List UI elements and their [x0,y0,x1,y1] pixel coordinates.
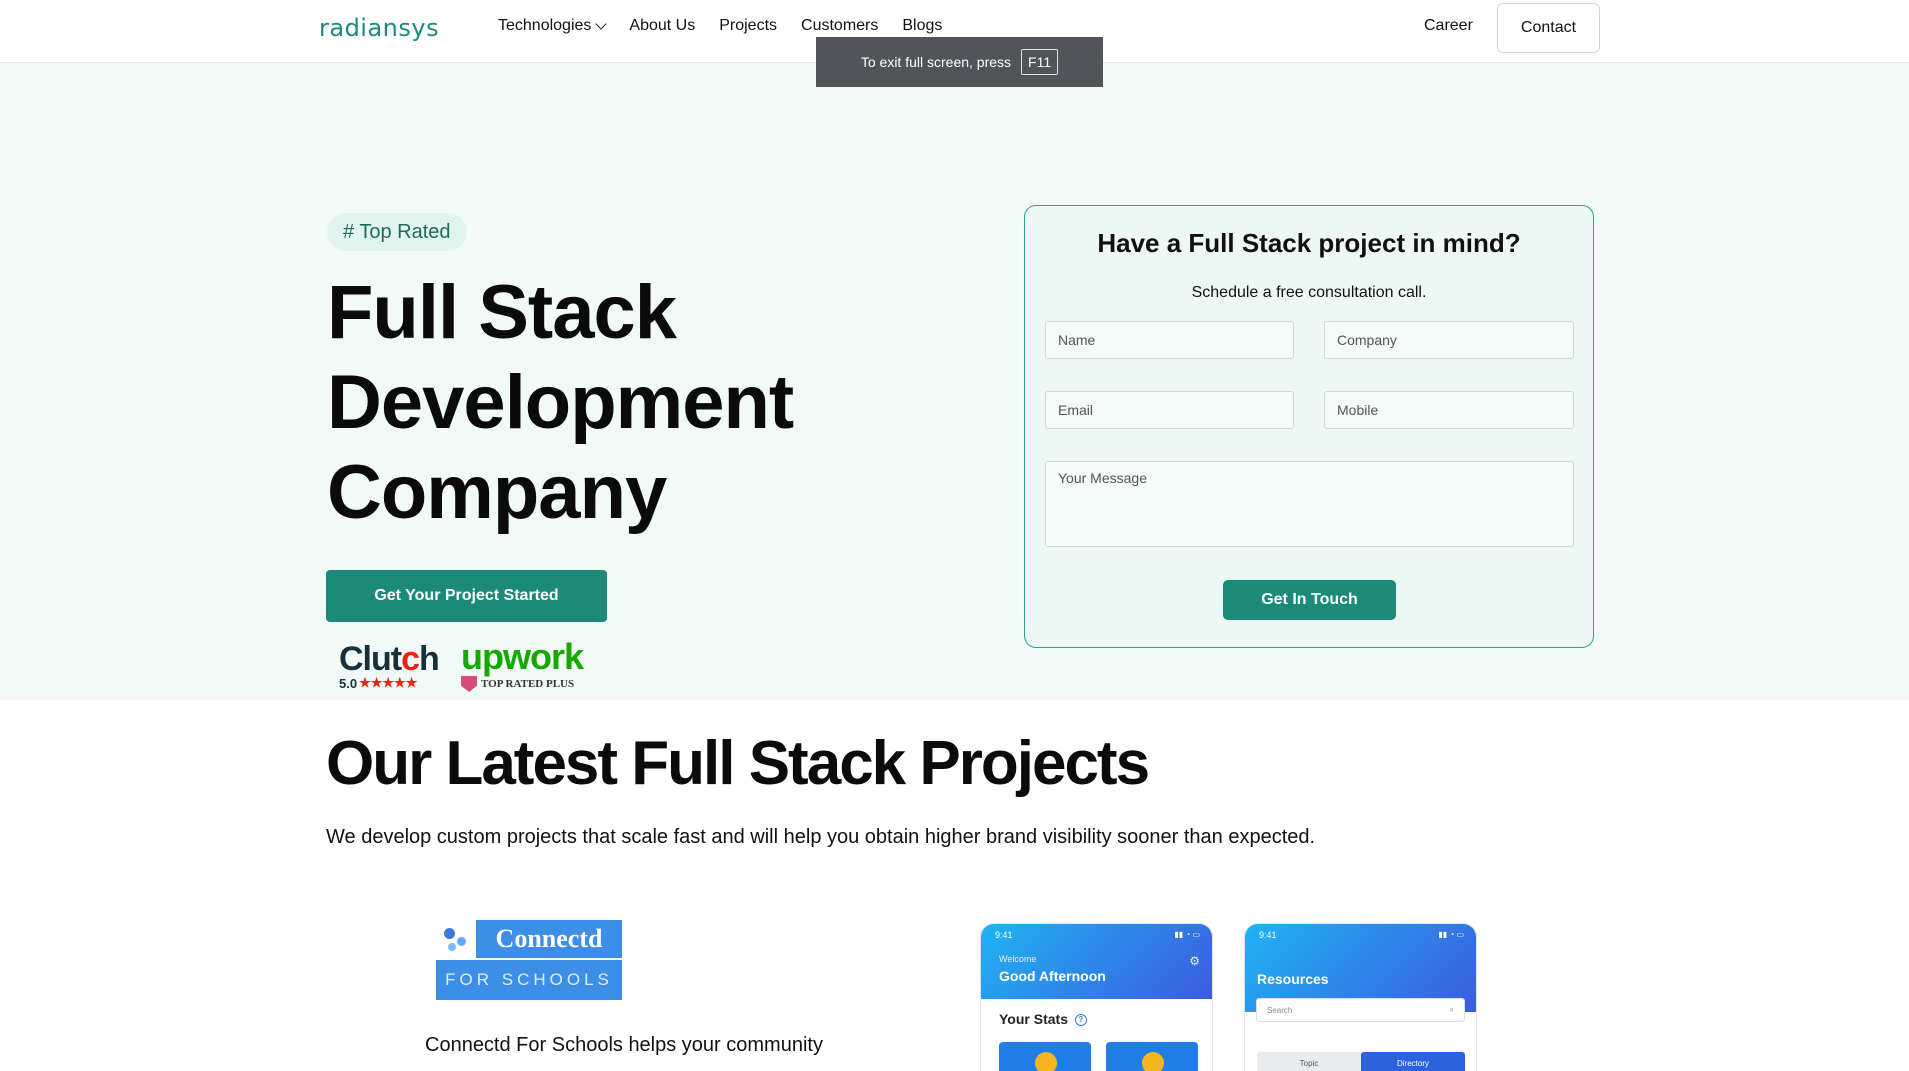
hero-title-line: Development [327,360,794,445]
fullscreen-key: F11 [1021,49,1059,75]
gear-icon: ⚙ [1189,954,1200,968]
hero-title: Full Stack Development Company [327,268,887,538]
nav-career[interactable]: Career [1424,17,1473,35]
nav-about[interactable]: About Us [629,17,695,35]
hero-title-line: Full Stack [327,270,677,355]
stat-illustration-icon [1035,1052,1057,1071]
clutch-wordmark-b: h [419,640,440,678]
phone-time: 9:41 [995,930,1013,940]
phone-mockup-resources: 9:41 ▮▮ ◔ ▭ Resources Search ⌕ Topic Dir… [1244,923,1477,1071]
nav-projects[interactable]: Projects [719,17,777,35]
upwork-badge-label: TOP RATED PLUS [481,678,575,690]
hero-title-line: Company [327,450,667,535]
resources-title: Resources [1257,971,1329,987]
status-bar-icons: ▮▮ ◔ ▭ [1438,930,1464,939]
email-field[interactable] [1045,391,1294,429]
upwork-logo[interactable]: upwork TOP RATED PLUS [461,636,584,692]
hero-section: # Top Rated Full Stack Development Compa… [0,63,1909,700]
tab-topic: Topic [1299,1058,1319,1068]
nav-blogs[interactable]: Blogs [902,17,942,35]
phone-header: 9:41 ▮▮ ◔ ▭ Welcome Good Afternoon ⚙ [981,924,1212,999]
star-rating-icon: ★★★★★ [359,675,418,690]
connectd-logo-sub: FOR SCHOOLS [434,960,622,1000]
connectd-logo: Connectd FOR SCHOOLS [434,918,622,1000]
clutch-wordmark-dot: c [401,640,420,678]
greeting-text: Good Afternoon [999,968,1106,984]
projects-title: Our Latest Full Stack Projects [326,729,1150,798]
message-field[interactable] [1045,461,1574,547]
contact-button[interactable]: Contact [1497,3,1600,53]
status-bar-icons: ▮▮ ◔ ▭ [1174,930,1200,939]
project-description: Connectd For Schools helps your communit… [425,1034,823,1056]
clutch-rating-value: 5.0 [339,675,358,691]
stat-illustration-icon [1142,1052,1164,1071]
stat-card [1106,1042,1198,1071]
nav-technologies-label: Technologies [498,17,592,34]
connectd-dots-icon [444,928,468,952]
stat-card [999,1042,1091,1071]
clutch-wordmark-a: Clut [339,640,402,678]
main-nav: Technologies About Us Projects Customers… [498,17,942,35]
fullscreen-toast: To exit full screen, press F11 [816,37,1103,87]
help-icon: ? [1074,1014,1087,1027]
get-started-button[interactable]: Get Your Project Started [326,570,607,622]
shield-icon [461,676,477,692]
dot [448,943,456,951]
brand-logo[interactable]: radiansys [319,14,439,42]
connectd-logo-name: Connectd [476,920,622,958]
nav-technologies[interactable]: Technologies [498,17,608,35]
your-stats-label: Your Stats ? [999,1011,1087,1027]
upwork-wordmark: upwork [461,636,584,677]
your-stats-text: Your Stats [999,1011,1068,1027]
welcome-text: Welcome [999,954,1037,964]
get-in-touch-button[interactable]: Get In Touch [1223,580,1396,620]
dot [457,937,466,946]
phone-mockup-stats: 9:41 ▮▮ ◔ ▭ Welcome Good Afternoon ⚙ You… [980,923,1213,1071]
name-field[interactable] [1045,321,1294,359]
top-rated-badge: # Top Rated [327,213,467,251]
connectd-logo-top: Connectd [434,918,622,958]
phone-time: 9:41 [1259,930,1277,940]
consultation-form: Have a Full Stack project in mind? Sched… [1024,205,1594,648]
dot [444,928,455,939]
clutch-logo[interactable]: Clutch 5.0 ★★★★★ [339,640,440,691]
search-icon: ⌕ [1449,1005,1454,1014]
nav-customers[interactable]: Customers [801,17,878,35]
company-field[interactable] [1324,321,1574,359]
mobile-field[interactable] [1324,391,1574,429]
tab-directory: Directory [1361,1052,1465,1071]
form-title: Have a Full Stack project in mind? [1097,228,1521,258]
fullscreen-toast-text: To exit full screen, press [860,54,1012,70]
form-subtitle: Schedule a free consultation call. [1191,284,1427,301]
chevron-down-icon [595,18,608,30]
projects-subtitle: We develop custom projects that scale fa… [326,826,1316,848]
phone-tabs: Topic Directory [1257,1052,1465,1071]
clutch-wordmark: Clutch [339,640,440,678]
upwork-badge: TOP RATED PLUS [461,676,583,692]
phone-search-bar: Search ⌕ [1256,998,1465,1022]
phone-search-placeholder: Search [1267,1005,1293,1015]
